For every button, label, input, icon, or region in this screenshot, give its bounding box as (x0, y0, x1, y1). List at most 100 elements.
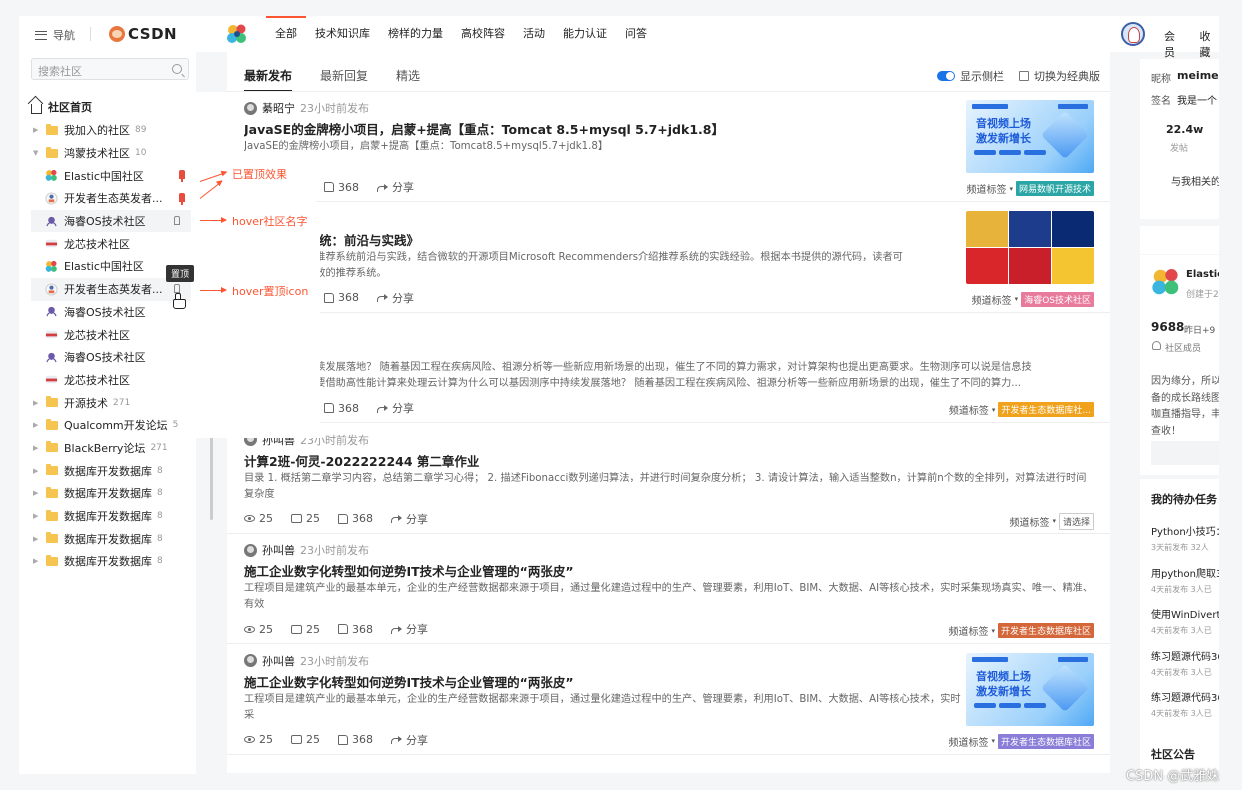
channel-tag-selector[interactable]: 频道标签 ▾ 开发者生态数据库社区 (948, 733, 1094, 749)
channel-tag[interactable]: 开发者生态数据库社区 (997, 623, 1094, 638)
related-to-me-link[interactable]: 与我相关的 (1171, 173, 1219, 188)
join-button[interactable] (1151, 441, 1219, 465)
post-card[interactable]: 孙叫兽 23小时前发布 施工企业数字化转型如何逆势IT技术与企业管理的“两张皮” 工程… (227, 534, 1110, 644)
todo-item[interactable]: 用python爬取3 4天前发布 3人已 (1151, 565, 1219, 595)
nav-item[interactable]: 活动 (514, 16, 554, 52)
channel-tag-selector[interactable]: 频道标签 ▾ 开发者生态数据库社... (949, 402, 1094, 417)
author-avatar[interactable] (244, 654, 257, 667)
share-button[interactable]: 分享 (391, 511, 428, 527)
post-card[interactable]: 孙叫兽 23小时前发布 施工企业数字化转型如何逆势IT技术与企业管理的“两张皮” 工程… (227, 645, 1110, 755)
expand-arrow-icon[interactable]: ▶ (33, 489, 43, 497)
nav-item[interactable]: 高校阵容 (452, 16, 514, 52)
comment-button[interactable]: 25 (291, 733, 320, 746)
community-logo-icon[interactable] (226, 23, 248, 45)
post-title[interactable]: 施工企业数字化转型如何逆势IT技术与企业管理的“两张皮” (244, 672, 964, 691)
post-title[interactable]: 施工企业数字化转型如何逆势IT技术与企业管理的“两张皮” (244, 561, 1094, 580)
channel-tag-selector[interactable]: 频道标签 ▾ 网易数帆开源技术 (966, 181, 1094, 196)
channel-tag[interactable]: 开发者生态数据库社区 (997, 733, 1094, 749)
todo-item[interactable]: 使用WinDivert拦 4天前发布 3人已 (1151, 606, 1219, 636)
post-card[interactable]: 时前发布最新《推荐系统：前沿与实践》大牛最新出版的推荐系统前沿与实践，结合微软的… (227, 203, 1110, 313)
comment-button[interactable]: 25 (291, 512, 320, 525)
tab-latest-reply[interactable]: 最新回复 (320, 67, 368, 92)
dropdown-caret-icon[interactable]: ▾ (992, 406, 996, 414)
share-button[interactable]: 分享 (391, 732, 428, 748)
sidebar-community-item[interactable]: 龙芯技术社区 (19, 232, 196, 255)
todo-title[interactable]: 用python爬取3 (1151, 565, 1219, 580)
sidebar-community-item[interactable]: 海睿OS技术社区 (31, 209, 191, 233)
channel-tag[interactable]: 请选择 (1058, 512, 1094, 530)
show-sidebar-toggle[interactable]: 显示侧栏 (937, 68, 1004, 84)
post-author[interactable]: 孙叫兽 23小时前发布 (244, 653, 369, 669)
favorites-link[interactable]: 收藏 (1200, 28, 1220, 60)
post-title[interactable]: 云计算解密 (244, 340, 1094, 359)
todo-title[interactable]: 使用WinDivert拦 (1151, 606, 1219, 621)
sidebar-folder[interactable]: ▶ 我加入的社区 89 (19, 119, 196, 142)
todo-title[interactable]: 练习题源代码36 (1151, 648, 1219, 663)
nav-item[interactable]: 问答 (616, 16, 656, 52)
tab-latest[interactable]: 最新发布 (244, 67, 292, 92)
sidebar-community-item[interactable]: 开发者生态英发者... (19, 187, 196, 210)
post-author[interactable]: 孙叫兽 23小时前发布 (244, 542, 369, 558)
expand-arrow-icon[interactable]: ▶ (33, 467, 43, 475)
expand-arrow-icon[interactable]: ▶ (33, 557, 43, 565)
vip-link[interactable]: 会员 (1164, 28, 1184, 60)
author-name[interactable]: 孙叫兽 (262, 542, 295, 558)
nav-item[interactable]: 技术知识库 (306, 16, 379, 52)
channel-tag-selector[interactable]: 频道标签 ▾ 开发者生态数据库社区 (948, 623, 1094, 638)
nav-item[interactable]: 能力认证 (554, 16, 616, 52)
post-card[interactable]: 孙叫兽 23小时前发布 计算2班-何灵-2022222244 第二章作业 目录 1. … (227, 424, 1110, 534)
nav-item[interactable]: 全部 (266, 16, 306, 52)
search-input[interactable]: 搜索社区 (31, 58, 189, 80)
post-author[interactable]: 綦昭宁 23小时前发布 (244, 100, 369, 116)
user-avatar[interactable] (1121, 22, 1145, 46)
comment-button[interactable]: 25 (291, 623, 320, 636)
pin-icon[interactable] (174, 283, 180, 293)
sidebar-community-item[interactable]: Elastic中国社区 (19, 164, 196, 187)
author-avatar[interactable] (244, 543, 257, 557)
channel-tag[interactable]: 海睿OS技术社区 (1021, 291, 1094, 307)
like-button[interactable]: 368 (338, 733, 373, 746)
nav-item[interactable]: 榜样的力量 (379, 16, 452, 52)
pin-icon[interactable] (174, 215, 180, 225)
author-name[interactable]: 綦昭宁 (262, 100, 295, 116)
post-card[interactable]: 时前发布云计算解密以基因测序中持续发展落地？ 随着基因工程在疾病风险、祖源分析等… (227, 313, 1110, 423)
tab-featured[interactable]: 精选 (396, 67, 420, 92)
sidebar-folder[interactable]: ▶ 数据库开发数据库 8 (19, 482, 196, 505)
dropdown-caret-icon[interactable]: ▾ (991, 737, 995, 745)
sidebar-home-link[interactable]: 社区首页 (31, 99, 92, 115)
expand-arrow-icon[interactable]: ▼ (33, 149, 43, 157)
expand-arrow-icon[interactable]: ▶ (33, 421, 43, 429)
csdn-logo[interactable]: CSDN (109, 25, 177, 43)
post-title[interactable]: JavaSE的金牌榜小项目，启蒙+提高【重点：Tomcat 8.5+mysql … (244, 119, 964, 138)
todo-title[interactable]: Python小技巧： (1151, 523, 1219, 538)
like-button[interactable]: 368 (324, 181, 359, 194)
post-card[interactable]: 綦昭宁 23小时前发布 JavaSE的金牌榜小项目，启蒙+提高【重点：Tomcat … (227, 92, 1110, 202)
sidebar-folder[interactable]: ▶ 开源技术 271 (19, 391, 196, 414)
sidebar-folder[interactable]: ▶ BlackBerry论坛 271 (19, 437, 196, 460)
post-cover-image[interactable] (966, 210, 1094, 284)
sidebar-folder[interactable]: ▶ 数据库开发数据库 8 (19, 550, 196, 573)
like-button[interactable]: 368 (324, 402, 359, 415)
channel-tag[interactable]: 网易数帆开源技术 (1015, 181, 1094, 196)
pinned-icon[interactable] (179, 193, 185, 206)
expand-arrow-icon[interactable]: ▶ (33, 399, 43, 407)
channel-tag-selector[interactable]: 频道标签 ▾ 请选择 (1009, 512, 1094, 530)
sidebar-folder[interactable]: ▶ 数据库开发数据库 8 (19, 527, 196, 550)
sidebar-folder[interactable]: ▶ 数据库开发数据库 8 (19, 505, 196, 528)
todo-title[interactable]: 练习题源代码36 (1151, 689, 1219, 704)
share-button[interactable]: 分享 (391, 621, 428, 637)
dropdown-caret-icon[interactable]: ▾ (1009, 185, 1013, 193)
search-icon[interactable] (172, 64, 182, 74)
share-button[interactable]: 分享 (377, 400, 414, 416)
expand-arrow-icon[interactable]: ▶ (33, 535, 43, 543)
share-button[interactable]: 分享 (377, 179, 414, 195)
dropdown-caret-icon[interactable]: ▾ (991, 627, 995, 635)
sidebar-folder[interactable]: ▶ 数据库开发数据库 8 (19, 459, 196, 482)
todo-item[interactable]: Python小技巧： 3天前发布 32人 (1151, 523, 1219, 553)
todo-item[interactable]: 练习题源代码36 4天前发布 3人已 (1151, 648, 1219, 678)
author-name[interactable]: 孙叫兽 (262, 653, 295, 669)
post-title[interactable]: 计算2班-何灵-2022222244 第二章作业 (244, 451, 1094, 470)
toggle-switch[interactable] (937, 71, 955, 81)
sidebar-community-item[interactable]: 龙芯技术社区 (19, 369, 196, 392)
pinned-icon[interactable] (179, 170, 185, 183)
